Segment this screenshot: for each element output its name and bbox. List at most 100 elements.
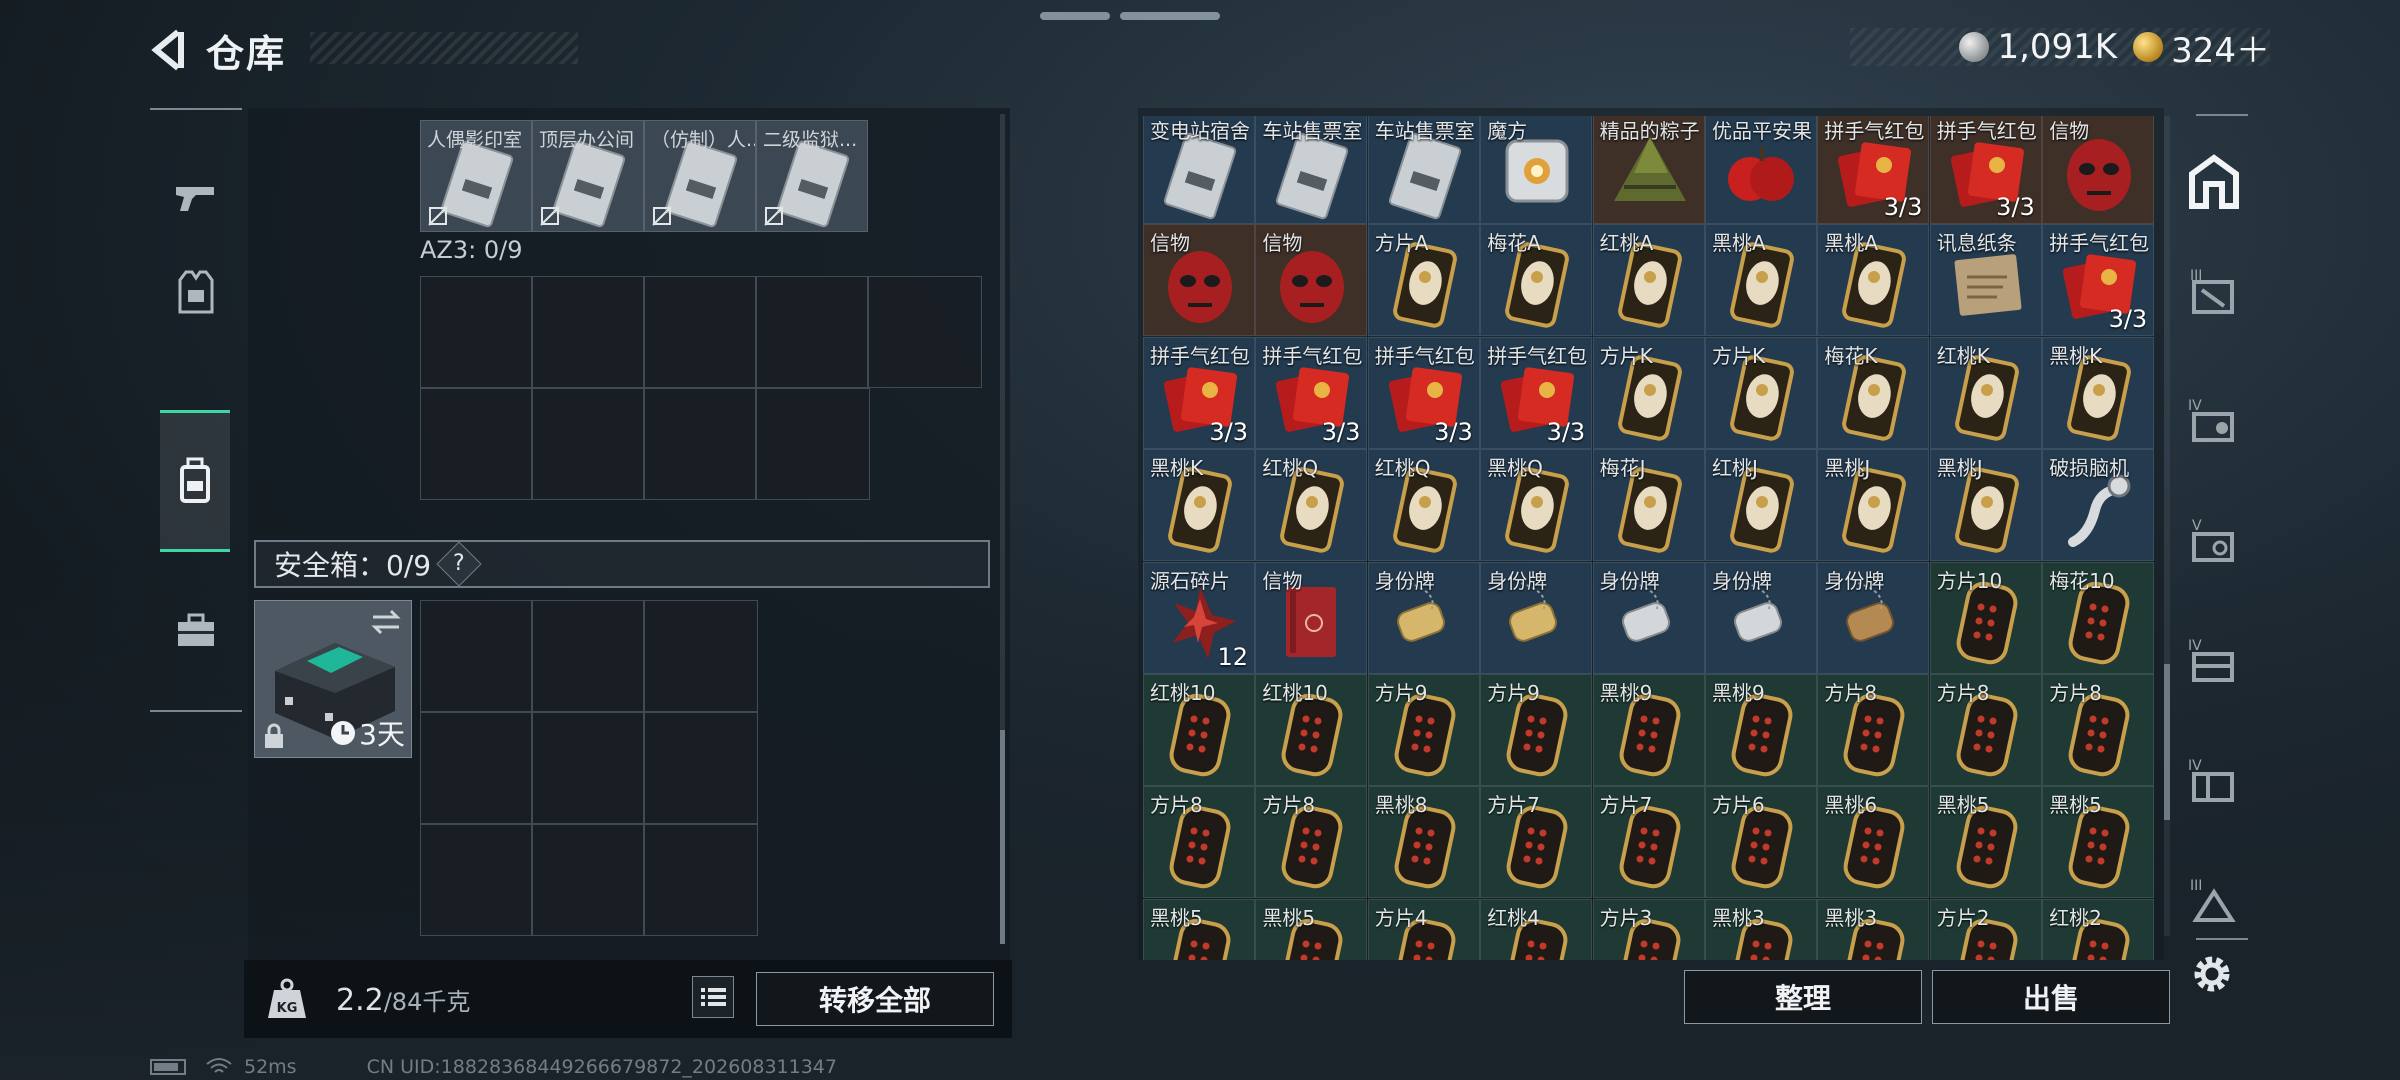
tab-stash-4b-icon[interactable]: IV (2184, 630, 2244, 690)
az3-slot[interactable] (756, 276, 868, 388)
stash-item[interactable]: 黑桃8 (1367, 786, 1480, 899)
stash-item[interactable]: 红桃2 (2042, 898, 2155, 960)
stash-item[interactable]: 方片8 (1143, 786, 1255, 899)
stash-item[interactable]: 红桃Q (1367, 449, 1480, 562)
nav-weapons[interactable] (160, 148, 232, 246)
stash-item[interactable]: 身份牌 (1817, 561, 1930, 674)
az3-slot[interactable] (532, 388, 644, 500)
tab-all-stash[interactable] (2184, 152, 2244, 212)
stash-item[interactable]: 红桃10 (1255, 674, 1368, 786)
stash-item[interactable]: 拼手气红包 3/3 (1480, 336, 1593, 449)
stash-item[interactable]: 变电站宿舍 (1143, 116, 1255, 224)
back-arrow-icon[interactable] (148, 28, 188, 72)
tab-stash-5-icon[interactable]: V (2184, 510, 2244, 570)
swap-icon[interactable] (369, 607, 403, 637)
stash-item[interactable]: 讯息纸条 (1929, 224, 2042, 337)
left-scroll-thumb[interactable] (1000, 730, 1005, 944)
stash-item[interactable]: 破损脑机 (2042, 449, 2155, 562)
stash-item[interactable]: 身份牌 (1592, 561, 1705, 674)
stash-item[interactable]: 魔方 (1480, 116, 1593, 224)
safe-slot[interactable] (420, 824, 532, 936)
stash-item[interactable]: 拼手气红包 3/3 (1929, 116, 2042, 224)
help-icon[interactable]: ? (436, 541, 482, 587)
stash-item[interactable]: 梅花A (1480, 224, 1593, 337)
stash-item[interactable]: 优品平安果 (1705, 116, 1817, 224)
stash-item[interactable]: 方片7 (1592, 786, 1705, 899)
sell-button[interactable]: 出售 (1932, 970, 2170, 1024)
stash-item[interactable]: 源石碎片 12 (1143, 561, 1255, 674)
stash-item[interactable]: 方片9 (1480, 674, 1593, 786)
stash-item[interactable]: 黑桃5 (1255, 898, 1368, 960)
stash-item[interactable]: 信物 (1143, 224, 1255, 337)
stash-item[interactable]: 红桃J (1705, 449, 1817, 562)
stash-item[interactable]: 黑桃K (2042, 336, 2155, 449)
tab-stash-3-icon[interactable]: III (2184, 260, 2244, 320)
safe-slot[interactable] (532, 824, 644, 936)
stash-item[interactable]: 方片4 (1367, 898, 1480, 960)
stash-item[interactable]: 黑桃Q (1480, 449, 1593, 562)
organize-button[interactable]: 整理 (1684, 970, 1922, 1024)
stash-item[interactable]: 黑桃3 (1817, 898, 1930, 960)
stash-item[interactable]: 方片2 (1929, 898, 2042, 960)
stash-item[interactable]: 梅花K (1817, 336, 1930, 449)
stash-item[interactable]: 精品的粽子 (1592, 116, 1705, 224)
stash-item[interactable]: 黑桃J (1929, 449, 2042, 562)
keycard-slot[interactable]: 人偶影印室 (420, 120, 532, 232)
nav-case[interactable] (160, 582, 232, 680)
stash-item[interactable]: 黑桃K (1143, 449, 1255, 562)
safe-slot[interactable] (644, 824, 758, 936)
stash-item[interactable]: 方片9 (1367, 674, 1480, 786)
az3-slot[interactable] (420, 276, 532, 388)
stash-item[interactable]: 方片8 (1817, 674, 1930, 786)
transfer-all-button[interactable]: 转移全部 (756, 972, 994, 1026)
keycard-slot[interactable]: 二级监狱... (756, 120, 868, 232)
stash-item[interactable]: 红桃10 (1143, 674, 1255, 786)
stash-item[interactable]: 拼手气红包 3/3 (1143, 336, 1255, 449)
stash-item[interactable]: 红桃Q (1255, 449, 1368, 562)
stash-item[interactable]: 信物 (2042, 116, 2155, 224)
stash-item[interactable]: 拼手气红包 3/3 (2042, 224, 2155, 337)
stash-item[interactable]: 方片3 (1592, 898, 1705, 960)
stash-item[interactable]: 拼手气红包 3/3 (1367, 336, 1480, 449)
az3-slot[interactable] (868, 276, 982, 388)
az3-slot[interactable] (420, 388, 532, 500)
tab-stash-4c-icon[interactable]: IV (2184, 750, 2244, 810)
safe-slot[interactable] (644, 600, 758, 712)
stash-item[interactable]: 身份牌 (1480, 561, 1593, 674)
stash-item[interactable]: 黑桃5 (1143, 898, 1255, 960)
stash-item[interactable]: 红桃A (1592, 224, 1705, 337)
stash-item[interactable]: 黑桃5 (2042, 786, 2155, 899)
tab-stash-4a-icon[interactable]: IV (2184, 390, 2244, 450)
stash-item[interactable]: 黑桃J (1817, 449, 1930, 562)
safe-slot[interactable] (420, 600, 532, 712)
stash-item[interactable]: 方片7 (1480, 786, 1593, 899)
stash-item[interactable]: 信物 (1255, 224, 1368, 337)
weight-icon[interactable]: KG (264, 976, 310, 1022)
nav-backpack[interactable] (160, 410, 230, 552)
stash-item[interactable]: 信物 (1255, 561, 1368, 674)
stash-item[interactable]: 梅花10 (2042, 561, 2155, 674)
stash-item[interactable]: 拼手气红包 3/3 (1255, 336, 1368, 449)
stash-item[interactable]: 方片8 (1255, 786, 1368, 899)
az3-slot[interactable] (756, 388, 870, 500)
stash-item[interactable]: 梅花J (1592, 449, 1705, 562)
stash-scroll-thumb[interactable] (2164, 664, 2170, 820)
keycard-slot[interactable]: 顶层办公间 (532, 120, 644, 232)
stash-item[interactable]: 黑桃A (1817, 224, 1930, 337)
stash-item[interactable]: 黑桃6 (1817, 786, 1930, 899)
stash-item[interactable]: 红桃K (1929, 336, 2042, 449)
list-view-button[interactable] (692, 976, 734, 1018)
stash-item[interactable]: 方片K (1705, 336, 1817, 449)
stash-item[interactable]: 黑桃3 (1705, 898, 1817, 960)
currency-silver[interactable]: 1,091K (1959, 27, 2117, 67)
stash-item[interactable]: 方片A (1367, 224, 1480, 337)
stash-item[interactable]: 方片K (1592, 336, 1705, 449)
stash-item[interactable]: 黑桃9 (1592, 674, 1705, 786)
safe-slot[interactable] (420, 712, 532, 824)
stash-item[interactable]: 身份牌 (1367, 561, 1480, 674)
safe-slot[interactable] (644, 712, 758, 824)
stash-item[interactable]: 红桃4 (1480, 898, 1593, 960)
safe-box-item[interactable]: 3天 (254, 600, 412, 758)
tab-stash-3b-icon[interactable]: III (2184, 870, 2244, 930)
stash-item[interactable]: 黑桃9 (1705, 674, 1817, 786)
